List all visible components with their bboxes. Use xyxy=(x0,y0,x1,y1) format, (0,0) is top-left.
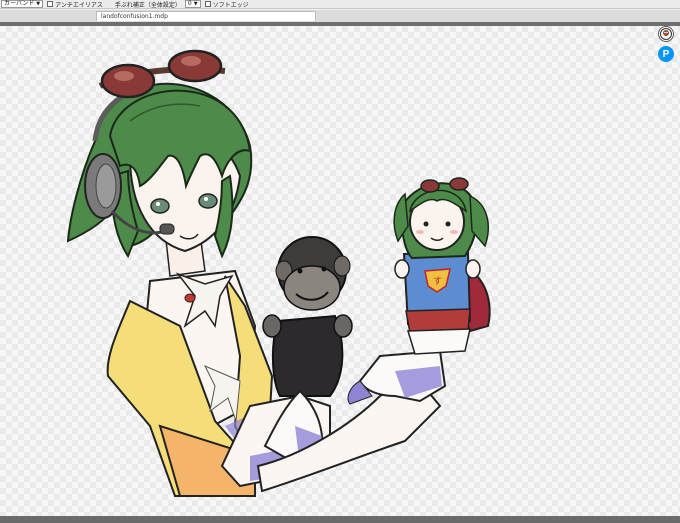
tool-options-bar: カーバンド ▼ アンチエイリアス 手ぶれ補正（全体設定） 0 ▼ ソフトエッジ xyxy=(0,0,680,9)
hero-goggles-right xyxy=(449,177,469,191)
correction-value: 0 xyxy=(187,0,192,7)
pixiv-button[interactable]: P xyxy=(658,46,674,62)
brush-select[interactable]: カーバンド ▼ xyxy=(1,0,44,8)
canvas-illustration: す xyxy=(66,49,491,497)
pixiv-icon: P xyxy=(662,48,670,60)
girl-brooch xyxy=(184,293,196,303)
monkey-puppet-face xyxy=(283,265,341,311)
girl-left-eye xyxy=(150,198,170,214)
document-tab-title: landofconfusion1.mdp xyxy=(101,13,168,20)
checkbox-icon xyxy=(204,1,211,7)
monkey-puppet-body xyxy=(271,314,344,397)
correction-label: 手ぶれ補正（全体設定） xyxy=(114,1,181,9)
user-avatar-button[interactable] xyxy=(658,26,674,42)
hero-goggles-left xyxy=(420,179,440,193)
antialias-label: アンチエイリアス xyxy=(55,1,103,9)
soft-edge-checkbox[interactable]: ソフトエッジ xyxy=(204,0,249,9)
hero-puppet-hand-left xyxy=(394,259,410,279)
antialias-checkbox[interactable]: アンチエイリアス xyxy=(47,0,103,9)
monkey-puppet-hand-left xyxy=(262,314,282,338)
chevron-down-icon: ▼ xyxy=(36,1,41,7)
soft-edge-label: ソフトエッジ xyxy=(212,1,249,9)
avatar-icon xyxy=(660,28,672,40)
brush-select-value: カーバンド xyxy=(4,0,35,7)
status-bar xyxy=(0,516,680,523)
hero-emblem-glyph: す xyxy=(433,276,442,287)
document-tab-bar: landofconfusion1.mdp xyxy=(0,10,680,22)
checkbox-icon xyxy=(47,1,54,7)
girl-right-eye xyxy=(198,193,218,209)
monkey-puppet-hand-right xyxy=(333,314,353,338)
chevron-down-icon: ▼ xyxy=(193,1,198,7)
hero-puppet-hand-right xyxy=(465,259,481,279)
correction-select[interactable]: 0 ▼ xyxy=(184,0,201,8)
headset-mic xyxy=(159,223,175,235)
document-tab[interactable]: landofconfusion1.mdp xyxy=(96,11,316,21)
goggles-left-lens xyxy=(100,63,156,99)
goggles-right-lens xyxy=(167,49,223,83)
